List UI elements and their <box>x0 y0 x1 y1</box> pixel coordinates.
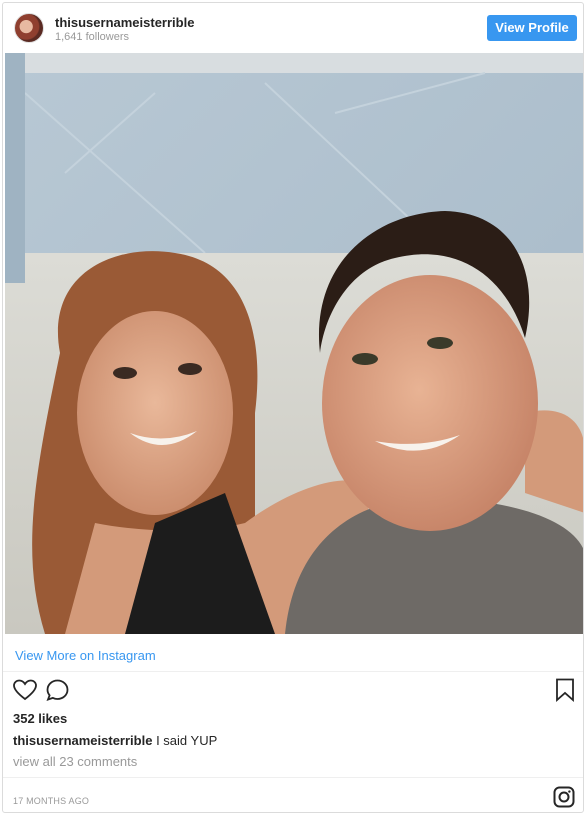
likes-count: 352 likes <box>13 711 68 726</box>
username-link[interactable]: thisusernameisterrible <box>55 15 194 30</box>
action-bar <box>3 675 583 705</box>
view-profile-button[interactable]: View Profile <box>487 15 577 41</box>
post-timestamp[interactable]: 17 MONTHS AGO <box>13 796 89 806</box>
view-more-row: View More on Instagram <box>3 635 583 672</box>
instagram-logo-icon[interactable] <box>553 786 575 808</box>
avatar[interactable] <box>14 13 44 43</box>
post-photo[interactable] <box>5 53 583 634</box>
bookmark-icon[interactable] <box>555 678 575 702</box>
followers-count: 1,641 followers <box>55 31 129 43</box>
heart-icon[interactable] <box>13 679 37 701</box>
post-header: thisusernameisterrible 1,641 followers V… <box>3 3 583 53</box>
selfie-image <box>5 53 583 634</box>
comment-icon[interactable] <box>46 679 69 701</box>
post-caption: thisusernameisterrible I said YUP <box>13 733 217 748</box>
caption-username[interactable]: thisusernameisterrible <box>13 733 152 748</box>
post-footer: 17 MONTHS AGO <box>3 777 583 812</box>
view-comments-link[interactable]: view all 23 comments <box>13 754 137 769</box>
view-more-link[interactable]: View More on Instagram <box>15 648 156 663</box>
caption-text: I said YUP <box>156 733 218 748</box>
instagram-embed-card: thisusernameisterrible 1,641 followers V… <box>2 2 584 813</box>
